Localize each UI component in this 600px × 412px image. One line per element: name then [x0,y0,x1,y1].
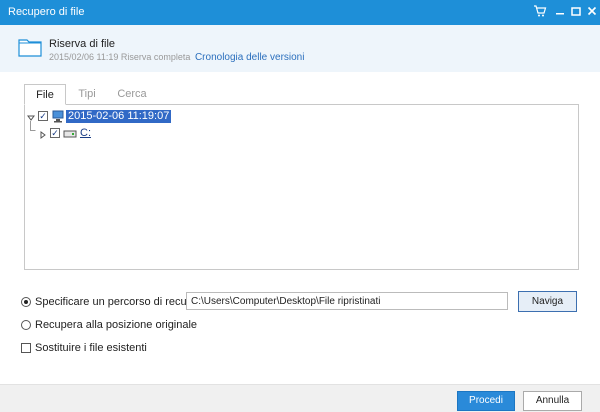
original-location-label: Recupera alla posizione originale [35,319,198,331]
replace-files-checkbox[interactable] [21,343,31,353]
tree-connector [30,121,36,136]
tree-node-root[interactable]: ✓ 2015-02-06 11:19:07 [27,110,227,124]
tree-node-drive-c[interactable]: ✓ C: [27,121,127,142]
backup-name: Riserva di file [49,38,116,50]
folder-icon [18,37,42,60]
backup-info-line: 2015/02/06 11:19 Riserva completa Cronol… [49,52,304,63]
expand-down-icon[interactable] [27,113,35,121]
file-tree[interactable]: ✓ 2015-02-06 11:19:07 ✓ C: [24,104,579,270]
drive-c-checkbox[interactable]: ✓ [50,128,60,138]
title-bar: Recupero di file [0,0,600,25]
browse-button[interactable]: Naviga [518,291,577,312]
backup-header: Riserva di file 2015/02/06 11:19 Riserva… [0,25,600,72]
computer-icon [52,110,65,126]
replace-files-label: Sostituire i file esistenti [35,342,147,354]
version-history-link[interactable]: Cronologia delle versioni [195,52,305,63]
tree-node-root-label[interactable]: 2015-02-06 11:19:07 [66,110,172,123]
tab-file[interactable]: File [24,84,66,105]
cancel-button[interactable]: Annulla [523,391,582,411]
tree-node-drive-c-label[interactable]: C: [80,127,91,140]
restore-path-input[interactable] [186,292,508,310]
custom-path-radio[interactable] [21,297,31,307]
expand-right-icon[interactable] [39,130,47,139]
proceed-button[interactable]: Procedi [457,391,515,411]
close-icon[interactable] [584,4,600,20]
cart-icon[interactable] [532,4,548,20]
minimize-icon[interactable] [552,4,568,20]
tab-tipi[interactable]: Tipi [70,84,104,105]
maximize-icon[interactable] [568,4,584,20]
backup-info: 2015/02/06 11:19 Riserva completa [49,52,191,62]
original-location-radio[interactable] [21,320,31,330]
window-title: Recupero di file [8,6,85,18]
drive-icon [63,128,77,142]
tab-cerca[interactable]: Cerca [110,84,154,105]
root-checkbox[interactable]: ✓ [38,111,48,121]
